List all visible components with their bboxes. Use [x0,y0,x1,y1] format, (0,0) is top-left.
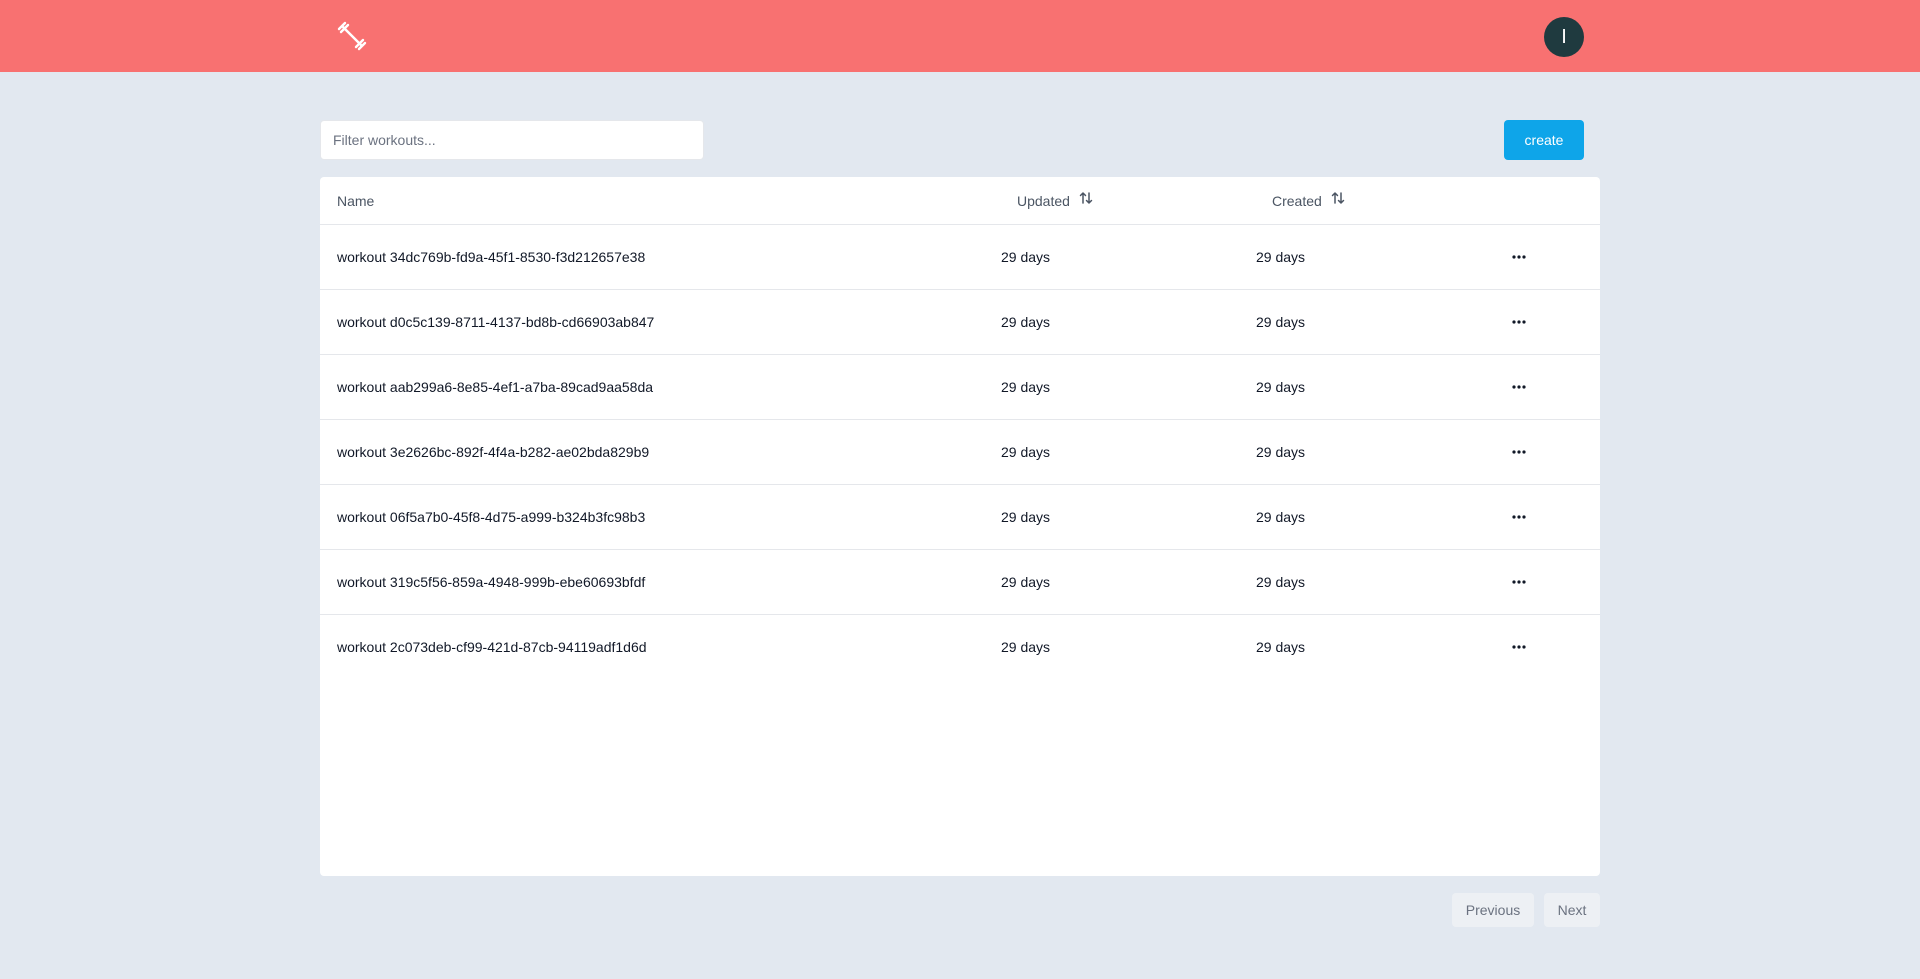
table-row[interactable]: workout 06f5a7b0-45f8-4d75-a999-b324b3fc… [320,485,1600,550]
workout-name[interactable]: workout 2c073deb-cf99-421d-87cb-94119adf… [337,615,647,679]
workout-name[interactable]: workout d0c5c139-8711-4137-bd8b-cd66903a… [337,290,654,354]
next-page-button[interactable]: Next [1544,893,1600,927]
workout-name[interactable]: workout 319c5f56-859a-4948-999b-ebe60693… [337,550,645,614]
filter-workouts-input[interactable] [320,120,704,160]
top-bar: I [0,0,1920,72]
table-header: Name Updated Created [320,177,1600,225]
sort-arrows-icon[interactable] [1330,177,1346,225]
workout-updated: 29 days [1001,639,1051,655]
workout-name[interactable]: workout 3e2626bc-892f-4f4a-b282-ae02bda8… [337,420,649,484]
column-header-created[interactable]: Created [1272,177,1346,225]
workout-updated: 29 days [1001,379,1051,395]
table-row[interactable]: workout 34dc769b-fd9a-45f1-8530-f3d21265… [320,225,1600,290]
table-row[interactable]: workout d0c5c139-8711-4137-bd8b-cd66903a… [320,290,1600,355]
dumbbell-icon[interactable] [336,20,368,52]
workout-updated: 29 days [1001,509,1051,525]
more-horizontal-icon[interactable] [1509,572,1529,592]
user-avatar[interactable]: I [1544,17,1584,57]
workout-created: 29 days [1256,639,1306,655]
more-horizontal-icon[interactable] [1509,377,1529,397]
workout-created: 29 days [1256,249,1306,265]
workout-name[interactable]: workout aab299a6-8e85-4ef1-a7ba-89cad9aa… [337,355,653,419]
table-row[interactable]: workout 319c5f56-859a-4948-999b-ebe60693… [320,550,1600,615]
workout-name[interactable]: workout 34dc769b-fd9a-45f1-8530-f3d21265… [337,225,645,289]
workout-created: 29 days [1256,314,1306,330]
workout-created: 29 days [1256,574,1306,590]
workout-updated: 29 days [1001,444,1051,460]
column-header-updated-label: Updated [1017,193,1070,209]
workout-created: 29 days [1256,379,1306,395]
previous-page-button[interactable]: Previous [1452,893,1534,927]
column-header-name: Name [337,177,374,225]
column-header-updated[interactable]: Updated [1017,177,1094,225]
create-button[interactable]: create [1504,120,1584,160]
column-header-name-label: Name [337,193,375,209]
more-horizontal-icon[interactable] [1509,637,1529,657]
table-row[interactable]: workout aab299a6-8e85-4ef1-a7ba-89cad9aa… [320,355,1600,420]
more-horizontal-icon[interactable] [1509,442,1529,462]
workouts-table: Name Updated Created workout 34dc769b-fd… [320,177,1600,876]
workout-name[interactable]: workout 06f5a7b0-45f8-4d75-a999-b324b3fc… [337,485,645,549]
more-horizontal-icon[interactable] [1509,247,1529,267]
more-horizontal-icon[interactable] [1509,507,1529,527]
table-row[interactable]: workout 2c073deb-cf99-421d-87cb-94119adf… [320,615,1600,680]
workout-created: 29 days [1256,444,1306,460]
workout-created: 29 days [1256,509,1306,525]
workout-updated: 29 days [1001,249,1051,265]
workout-updated: 29 days [1001,574,1051,590]
table-row[interactable]: workout 3e2626bc-892f-4f4a-b282-ae02bda8… [320,420,1600,485]
column-header-created-label: Created [1272,193,1322,209]
workout-updated: 29 days [1001,314,1051,330]
sort-arrows-icon[interactable] [1078,177,1094,225]
more-horizontal-icon[interactable] [1509,312,1529,332]
